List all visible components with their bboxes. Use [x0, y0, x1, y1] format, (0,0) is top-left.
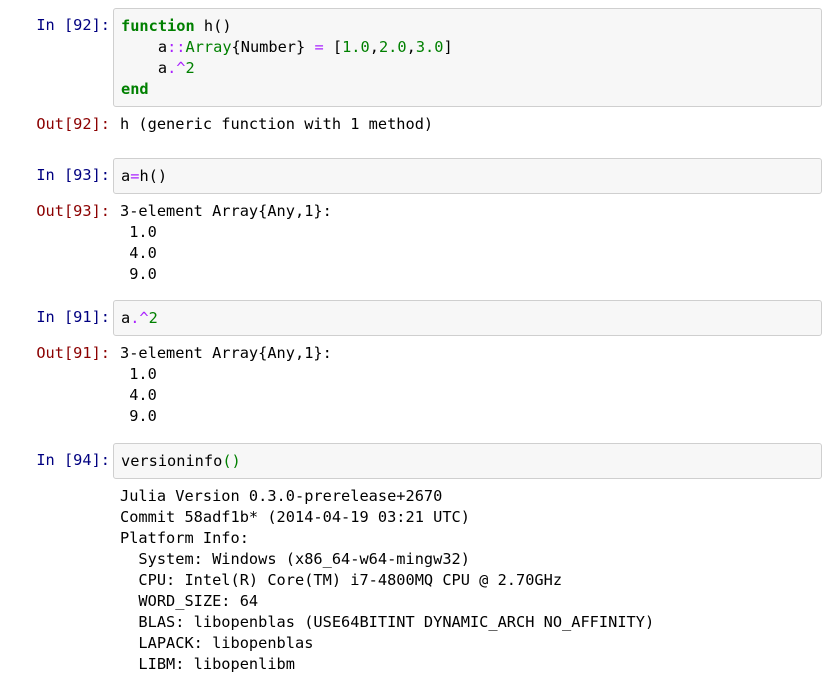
- function-name: versioninfo: [121, 452, 223, 470]
- output-line: 3-element Array{Any,1}:: [120, 202, 332, 220]
- output-line: Platform Info:: [120, 529, 249, 547]
- cell-93-input-prompt: In [93]:: [36, 166, 110, 184]
- cell-92-code-editor[interactable]: function h() a::Array{Number} = [1.0,2.0…: [113, 8, 822, 107]
- cell-91-output: 3-element Array{Any,1}: 1.0 4.0 9.0: [120, 343, 332, 427]
- keyword-function: function: [121, 17, 195, 35]
- cell-91-code-editor[interactable]: a.^2: [113, 300, 822, 336]
- number-literal: 3.0: [415, 38, 444, 56]
- type-parameter: {Number}: [231, 38, 306, 56]
- broadcast-power-operator: .^: [130, 309, 149, 327]
- output-line: LAPACK: libopenblas: [120, 634, 314, 652]
- cell-93-output-prompt: Out[93]:: [36, 202, 110, 220]
- code-line: a=h(): [121, 166, 821, 187]
- number-literal: 2: [148, 309, 158, 327]
- output-line: 4.0: [120, 386, 157, 404]
- code-line: versioninfo(): [121, 451, 821, 472]
- cell-91-input-prompt: In [91]:: [36, 308, 110, 326]
- cell-94-input-prompt: In [94]:: [36, 451, 110, 469]
- output-line: 1.0: [120, 365, 157, 383]
- function-call: h(): [139, 167, 168, 185]
- output-line: System: Windows (x86_64-w64-mingw32): [120, 550, 470, 568]
- output-line: WORD_SIZE: 64: [120, 592, 259, 610]
- cell-92-output: h (generic function with 1 method): [120, 114, 433, 135]
- code-line: end: [121, 79, 821, 100]
- number-literal: 2.0: [378, 38, 407, 56]
- bracket: ]: [443, 38, 453, 56]
- cell-92-output-prompt: Out[92]:: [36, 115, 110, 133]
- output-line: CPU: Intel(R) Core(TM) i7-4800MQ CPU @ 2…: [120, 571, 563, 589]
- cell-91-output-prompt: Out[91]:: [36, 344, 110, 362]
- output-line: 3-element Array{Any,1}:: [120, 344, 332, 362]
- type-name: Array: [185, 38, 232, 56]
- code-line: a::Array{Number} = [1.0,2.0,3.0]: [121, 37, 821, 58]
- output-line: 1.0: [120, 223, 157, 241]
- code-line: a.^2: [121, 308, 821, 329]
- output-line: h (generic function with 1 method): [120, 115, 434, 133]
- code-line: a.^2: [121, 58, 821, 79]
- parentheses: (): [222, 452, 241, 470]
- cell-92-input-prompt: In [92]:: [36, 16, 110, 34]
- output-line: 9.0: [120, 407, 157, 425]
- cell-93-output: 3-element Array{Any,1}: 1.0 4.0 9.0: [120, 201, 332, 285]
- output-line: LIBM: libopenlibm: [120, 655, 295, 673]
- output-line: BLAS: libopenblas (USE64BITINT DYNAMIC_A…: [120, 613, 655, 631]
- number-literal: 2: [185, 59, 195, 77]
- keyword-end: end: [121, 80, 149, 98]
- type-annotation-operator: ::: [167, 38, 186, 56]
- output-line: 9.0: [120, 265, 157, 283]
- variable-a: a: [157, 38, 168, 56]
- output-line: Julia Version 0.3.0-prerelease+2670: [120, 487, 443, 505]
- broadcast-power-operator: .^: [167, 59, 186, 77]
- code-line: function h(): [121, 16, 821, 37]
- function-signature: h(): [194, 17, 232, 35]
- cell-94-output: Julia Version 0.3.0-prerelease+2670 Comm…: [120, 486, 654, 675]
- cell-93-code-editor[interactable]: a=h(): [113, 158, 822, 194]
- output-line: Commit 58adf1b* (2014-04-19 03:21 UTC): [120, 508, 470, 526]
- bracket: [: [332, 38, 343, 56]
- variable-a: a: [121, 167, 131, 185]
- output-line: 4.0: [120, 244, 157, 262]
- comma: ,: [406, 38, 416, 56]
- variable-a: a: [121, 309, 131, 327]
- comma: ,: [369, 38, 379, 56]
- number-literal: 1.0: [342, 38, 370, 56]
- assignment-operator: =: [305, 38, 333, 56]
- cell-94-code-editor[interactable]: versioninfo(): [113, 443, 822, 479]
- variable-a: a: [157, 59, 168, 77]
